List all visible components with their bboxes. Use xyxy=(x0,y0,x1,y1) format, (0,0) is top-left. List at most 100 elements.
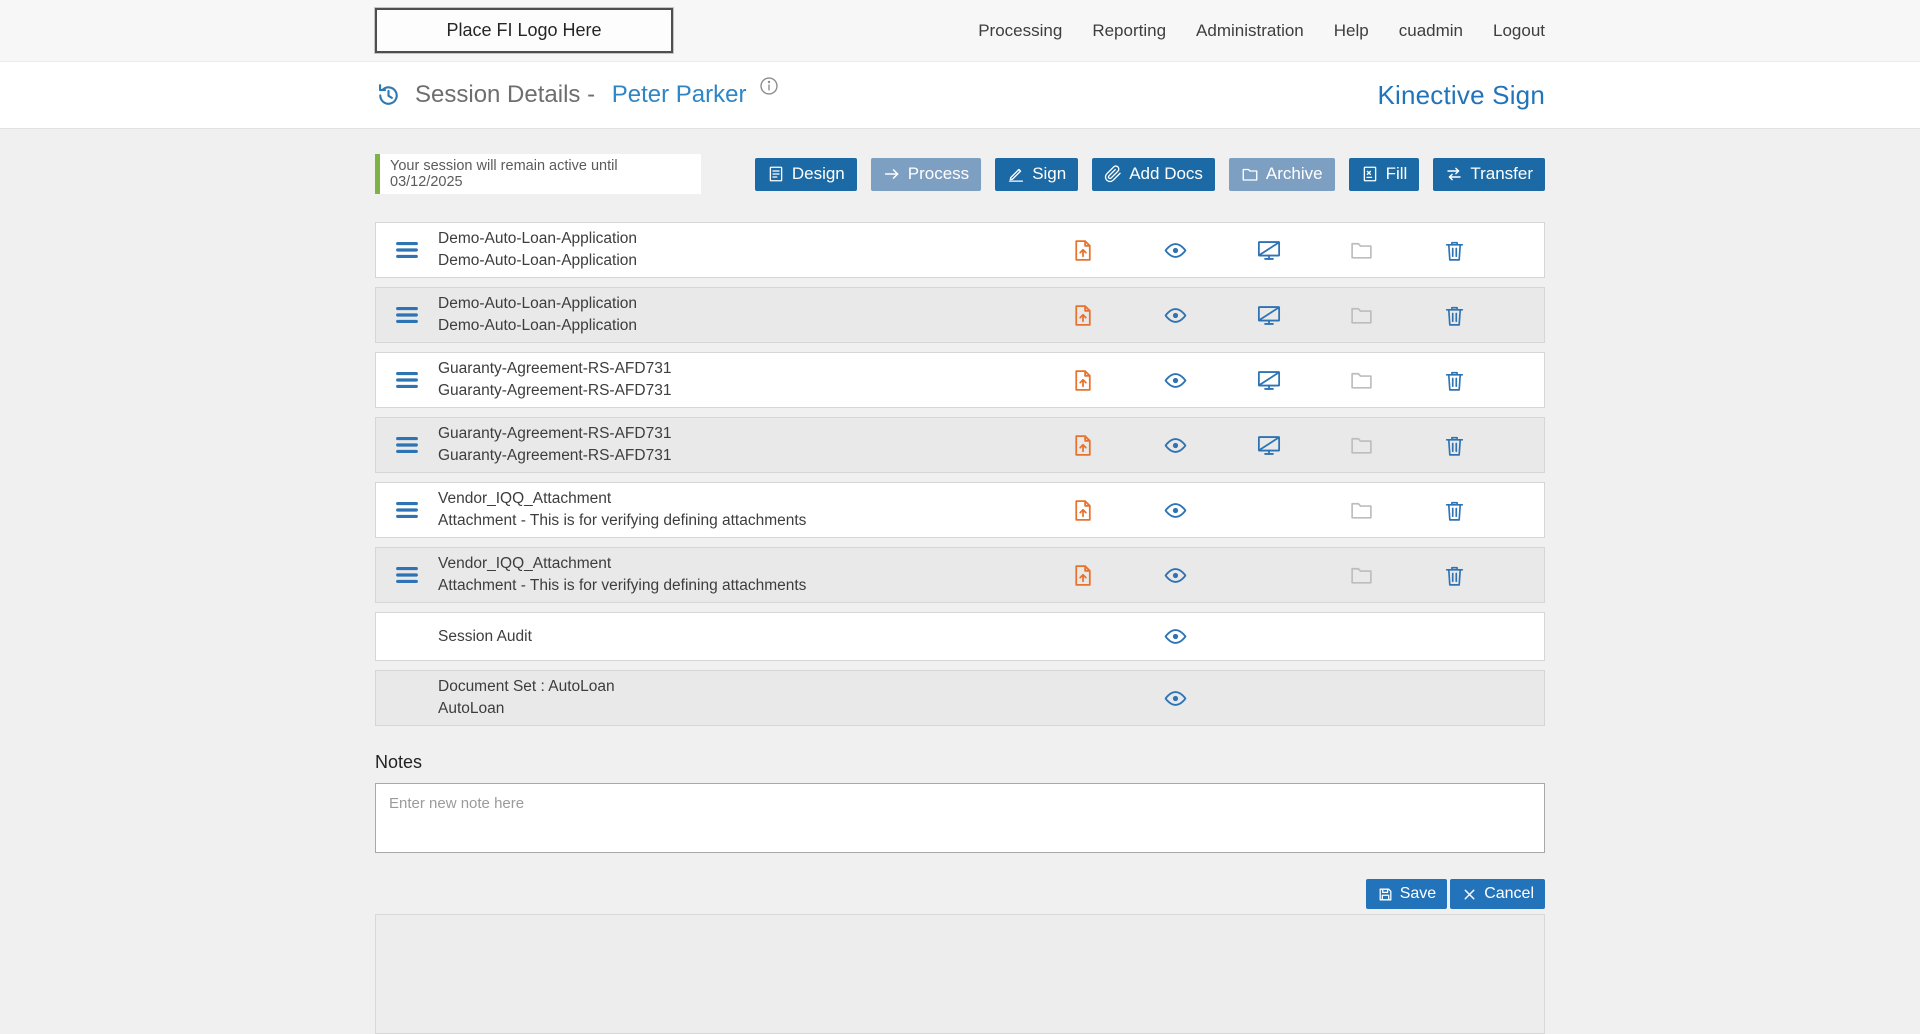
nav-item-reporting[interactable]: Reporting xyxy=(1092,21,1166,41)
document-title: Vendor_IQQ_Attachment xyxy=(438,553,1036,575)
document-text: Guaranty-Agreement-RS-AFD731Guaranty-Agr… xyxy=(438,353,1036,407)
document-text: Session Audit xyxy=(438,621,1036,653)
eye-action-button[interactable] xyxy=(1129,624,1222,649)
trash-action-button[interactable] xyxy=(1408,303,1501,328)
upload-action-button[interactable] xyxy=(1036,498,1129,523)
upload-action-button[interactable] xyxy=(1036,368,1129,393)
document-row: Guaranty-Agreement-RS-AFD731Guaranty-Agr… xyxy=(375,352,1545,408)
document-title: Guaranty-Agreement-RS-AFD731 xyxy=(438,358,1036,380)
document-list: Demo-Auto-Loan-Application Demo-Auto-Loan… xyxy=(375,222,1545,726)
eye-action-button[interactable] xyxy=(1129,368,1222,393)
toolbar: Design Process Sign Add Docs Archive Fill Tran… xyxy=(755,158,1545,191)
monitor-icon xyxy=(1255,302,1283,329)
trash-action-button[interactable] xyxy=(1408,498,1501,523)
eye-icon xyxy=(1163,624,1188,649)
sign-button[interactable]: Sign xyxy=(995,158,1078,191)
folder-action-button[interactable] xyxy=(1315,563,1408,588)
folder-action-button[interactable] xyxy=(1315,303,1408,328)
session-user-link[interactable]: Peter Parker xyxy=(612,81,747,109)
document-row: Document Set : AutoLoanAutoLoan xyxy=(375,670,1545,726)
eye-icon xyxy=(1163,303,1188,328)
upload-icon xyxy=(1070,433,1095,458)
folder-icon xyxy=(1349,563,1374,588)
folder-action-button[interactable] xyxy=(1315,433,1408,458)
document-title: Demo-Auto-Loan-Application xyxy=(438,228,1036,250)
folder-action-button[interactable] xyxy=(1315,368,1408,393)
monitor-action-button[interactable] xyxy=(1222,367,1315,394)
eye-action-button[interactable] xyxy=(1129,686,1222,711)
topbar: Place FI Logo Here Processing Reporting Ad… xyxy=(0,0,1920,62)
folder-action-button[interactable] xyxy=(1315,238,1408,263)
drag-handle[interactable] xyxy=(376,496,438,524)
save-button[interactable]: Save xyxy=(1366,879,1447,909)
drag-handle[interactable] xyxy=(376,236,438,264)
folder-action-button[interactable] xyxy=(1315,498,1408,523)
eye-action-button[interactable] xyxy=(1129,563,1222,588)
trash-icon xyxy=(1442,498,1467,523)
monitor-icon xyxy=(1255,367,1283,394)
cancel-icon xyxy=(1461,886,1478,903)
archive-icon xyxy=(1241,165,1259,183)
archive-button[interactable]: Archive xyxy=(1229,158,1335,191)
upload-icon xyxy=(1070,498,1095,523)
fill-button[interactable]: Fill xyxy=(1349,158,1420,191)
eye-action-button[interactable] xyxy=(1129,303,1222,328)
note-input[interactable] xyxy=(375,783,1545,853)
sign-icon xyxy=(1007,165,1025,183)
eye-action-button[interactable] xyxy=(1129,498,1222,523)
info-icon[interactable] xyxy=(758,75,780,97)
eye-action-button[interactable] xyxy=(1129,238,1222,263)
design-button[interactable]: Design xyxy=(755,158,857,191)
folder-icon xyxy=(1349,238,1374,263)
document-subtitle: Attachment - This is for verifying defin… xyxy=(438,510,1036,532)
document-text: Vendor_IQQ_AttachmentAttachment - This i… xyxy=(438,548,1036,602)
document-text: Guaranty-Agreement-RS-AFD731Guaranty-Agr… xyxy=(438,418,1036,472)
document-subtitle: Demo-Auto-Loan-Application xyxy=(438,315,1036,337)
upload-action-button[interactable] xyxy=(1036,563,1129,588)
drag-handle[interactable] xyxy=(376,561,438,589)
trash-icon xyxy=(1442,303,1467,328)
session-expiry-text: Your session will remain active until 03… xyxy=(390,158,691,190)
process-button[interactable]: Process xyxy=(871,158,981,191)
monitor-action-button[interactable] xyxy=(1222,302,1315,329)
nav-item-administration[interactable]: Administration xyxy=(1196,21,1304,41)
trash-action-button[interactable] xyxy=(1408,368,1501,393)
upload-icon xyxy=(1070,303,1095,328)
folder-icon xyxy=(1349,433,1374,458)
monitor-action-button[interactable] xyxy=(1222,432,1315,459)
nav-item-processing[interactable]: Processing xyxy=(978,21,1062,41)
add-docs-button[interactable]: Add Docs xyxy=(1092,158,1215,191)
drag-handle[interactable] xyxy=(376,431,438,459)
document-text: Document Set : AutoLoanAutoLoan xyxy=(438,671,1036,725)
document-title: Vendor_IQQ_Attachment xyxy=(438,488,1036,510)
session-expiry-banner: Your session will remain active until 03… xyxy=(375,154,701,194)
bottom-panel xyxy=(375,914,1545,1034)
nav-item-logout[interactable]: Logout xyxy=(1493,21,1545,41)
transfer-button[interactable]: Transfer xyxy=(1433,158,1545,191)
eye-action-button[interactable] xyxy=(1129,433,1222,458)
document-text: Vendor_IQQ_AttachmentAttachment - This i… xyxy=(438,483,1036,537)
cancel-button[interactable]: Cancel xyxy=(1450,879,1545,909)
trash-action-button[interactable] xyxy=(1408,433,1501,458)
drag-handle-icon xyxy=(392,301,422,329)
document-subtitle: Attachment - This is for verifying defin… xyxy=(438,575,1036,597)
nav-item-help[interactable]: Help xyxy=(1334,21,1369,41)
nav-item-cuadmin[interactable]: cuadmin xyxy=(1399,21,1463,41)
trash-action-button[interactable] xyxy=(1408,238,1501,263)
save-icon xyxy=(1377,886,1394,903)
trash-action-button[interactable] xyxy=(1408,563,1501,588)
folder-icon xyxy=(1349,303,1374,328)
drag-handle[interactable] xyxy=(376,301,438,329)
eye-icon xyxy=(1163,686,1188,711)
monitor-action-button[interactable] xyxy=(1222,237,1315,264)
trash-icon xyxy=(1442,238,1467,263)
topbar-nav: Processing Reporting Administration Help cua… xyxy=(978,21,1545,41)
transfer-icon xyxy=(1445,165,1463,183)
drag-handle-icon xyxy=(392,496,422,524)
logo-text: Place FI Logo Here xyxy=(446,20,601,41)
upload-action-button[interactable] xyxy=(1036,433,1129,458)
drag-handle[interactable] xyxy=(376,366,438,394)
upload-action-button[interactable] xyxy=(1036,238,1129,263)
upload-action-button[interactable] xyxy=(1036,303,1129,328)
document-title: Guaranty-Agreement-RS-AFD731 xyxy=(438,423,1036,445)
